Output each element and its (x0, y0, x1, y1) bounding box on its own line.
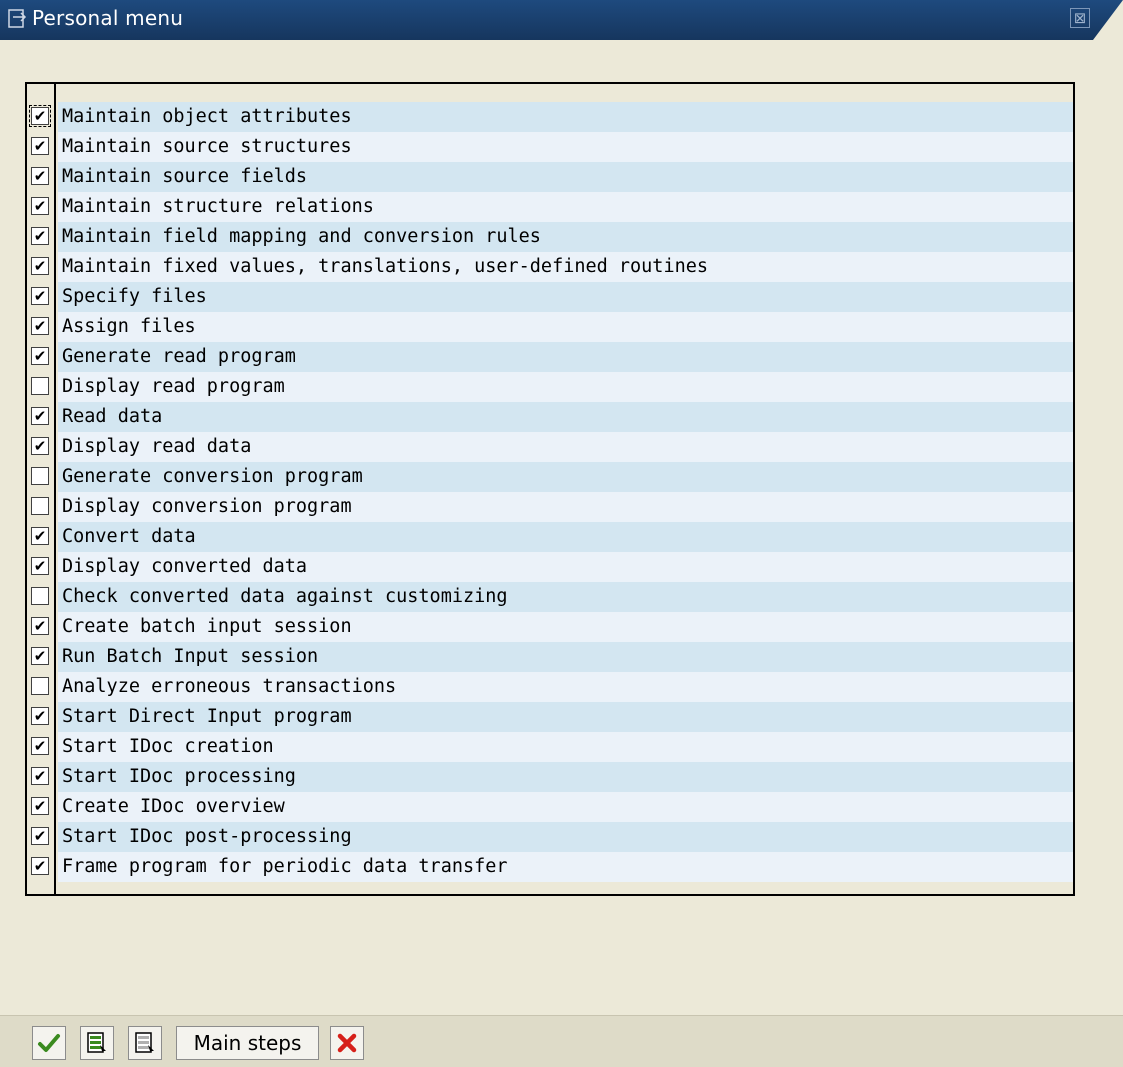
step-label: Maintain fixed values, translations, use… (58, 252, 1073, 282)
title-corner (1093, 0, 1123, 40)
list-item[interactable]: ✔ Read data (27, 402, 1073, 432)
step-label: Assign files (58, 312, 1073, 342)
list-item[interactable]: ✔ Start IDoc post-processing (27, 822, 1073, 852)
step-checkbox[interactable] (31, 377, 49, 395)
list-item[interactable]: ✔ Maintain field mapping and conversion r… (27, 222, 1073, 252)
step-label: Display converted data (58, 552, 1073, 582)
list-item[interactable]: ✔ Assign files (27, 312, 1073, 342)
checkmark-icon (37, 1032, 61, 1054)
select-all-icon (86, 1031, 108, 1055)
step-checkbox[interactable]: ✔ (31, 737, 49, 755)
step-checkbox[interactable]: ✔ (29, 105, 51, 127)
step-checkbox[interactable]: ✔ (31, 347, 49, 365)
step-label: Maintain structure relations (58, 192, 1073, 222)
list-item[interactable]: Display read program (27, 372, 1073, 402)
step-label: Generate read program (58, 342, 1073, 372)
step-checkbox[interactable] (31, 467, 49, 485)
select-all-button[interactable] (80, 1026, 114, 1060)
list-item[interactable]: Check converted data against customizing (27, 582, 1073, 612)
step-checkbox[interactable]: ✔ (31, 227, 49, 245)
step-label: Create batch input session (58, 612, 1073, 642)
step-checkbox[interactable]: ✔ (31, 437, 49, 455)
step-label: Maintain object attributes (58, 102, 1073, 132)
step-label: Start IDoc processing (58, 762, 1073, 792)
list-item[interactable]: ✔ Start Direct Input program (27, 702, 1073, 732)
list-item[interactable]: ✔ Display read data (27, 432, 1073, 462)
list-item[interactable]: ✔ Display converted data (27, 552, 1073, 582)
window-icon (8, 8, 28, 30)
window-title: Personal menu (32, 6, 184, 30)
step-label: Maintain source fields (58, 162, 1073, 192)
step-checkbox[interactable]: ✔ (31, 797, 49, 815)
list-item[interactable]: ✔ Convert data (27, 522, 1073, 552)
step-label: Convert data (58, 522, 1073, 552)
step-label: Maintain source structures (58, 132, 1073, 162)
step-label: Display read program (58, 372, 1073, 402)
step-checkbox[interactable]: ✔ (31, 527, 49, 545)
step-checkbox[interactable]: ✔ (31, 557, 49, 575)
step-checkbox[interactable]: ✔ (31, 407, 49, 425)
list-item[interactable]: ✔ Run Batch Input session (27, 642, 1073, 672)
step-label: Specify files (58, 282, 1073, 312)
deselect-all-icon (134, 1031, 156, 1055)
step-label: Maintain field mapping and conversion ru… (58, 222, 1073, 252)
step-checkbox[interactable]: ✔ (31, 137, 49, 155)
step-checkbox[interactable]: ✔ (31, 767, 49, 785)
step-checkbox[interactable]: ✔ (31, 827, 49, 845)
list-item[interactable]: ✔ Maintain source structures (27, 132, 1073, 162)
list-item[interactable]: Analyze erroneous transactions (27, 672, 1073, 702)
step-label: Start IDoc post-processing (58, 822, 1073, 852)
step-checkbox[interactable]: ✔ (31, 167, 49, 185)
step-checkbox[interactable]: ✔ (31, 317, 49, 335)
list-item[interactable]: ✔ Maintain structure relations (27, 192, 1073, 222)
step-label: Create IDoc overview (58, 792, 1073, 822)
step-label: Display read data (58, 432, 1073, 462)
list-item[interactable]: ✔ Generate read program (27, 342, 1073, 372)
step-label: Display conversion program (58, 492, 1073, 522)
list-item[interactable]: Display conversion program (27, 492, 1073, 522)
list-item[interactable]: ✔ Create batch input session (27, 612, 1073, 642)
bottom-toolbar: Main steps (0, 1015, 1123, 1067)
list-item[interactable]: ✔ Start IDoc creation (27, 732, 1073, 762)
step-label: Start Direct Input program (58, 702, 1073, 732)
list-item[interactable]: ✔ Create IDoc overview (27, 792, 1073, 822)
close-icon: ⊠ (1073, 9, 1087, 27)
step-label: Start IDoc creation (58, 732, 1073, 762)
close-window-button[interactable]: ⊠ (1070, 8, 1090, 28)
step-checkbox[interactable] (31, 677, 49, 695)
step-checkbox[interactable] (31, 587, 49, 605)
step-label: Analyze erroneous transactions (58, 672, 1073, 702)
step-checkbox[interactable]: ✔ (31, 707, 49, 725)
deselect-all-button[interactable] (128, 1026, 162, 1060)
cancel-x-icon (336, 1032, 358, 1054)
confirm-button[interactable] (32, 1026, 66, 1060)
step-label: Read data (58, 402, 1073, 432)
step-checkbox[interactable]: ✔ (31, 197, 49, 215)
main-steps-button[interactable]: Main steps (176, 1026, 319, 1060)
step-checkbox[interactable]: ✔ (31, 647, 49, 665)
cancel-button[interactable] (330, 1026, 364, 1060)
title-bar: Personal menu ⊠ (0, 0, 1123, 40)
step-list-frame: ✔ Maintain object attributes ✔ Maintain sou… (25, 82, 1075, 896)
list-item[interactable]: ✔ Frame program for periodic data transfe… (27, 852, 1073, 882)
list-item[interactable]: ✔ Maintain object attributes (27, 102, 1073, 132)
step-checkbox[interactable] (31, 497, 49, 515)
step-label: Check converted data against customizing (58, 582, 1073, 612)
step-label: Run Batch Input session (58, 642, 1073, 672)
step-label: Frame program for periodic data transfer (58, 852, 1073, 882)
step-checkbox[interactable]: ✔ (31, 857, 49, 875)
list-item[interactable]: ✔ Specify files (27, 282, 1073, 312)
list-item[interactable]: ✔ Maintain fixed values, translations, us… (27, 252, 1073, 282)
step-checkbox[interactable]: ✔ (31, 617, 49, 635)
list-item[interactable]: Generate conversion program (27, 462, 1073, 492)
list-item[interactable]: ✔ Start IDoc processing (27, 762, 1073, 792)
step-list: ✔ Maintain object attributes ✔ Maintain sou… (27, 102, 1073, 882)
step-label: Generate conversion program (58, 462, 1073, 492)
step-checkbox[interactable]: ✔ (31, 257, 49, 275)
list-item[interactable]: ✔ Maintain source fields (27, 162, 1073, 192)
step-checkbox[interactable]: ✔ (31, 287, 49, 305)
